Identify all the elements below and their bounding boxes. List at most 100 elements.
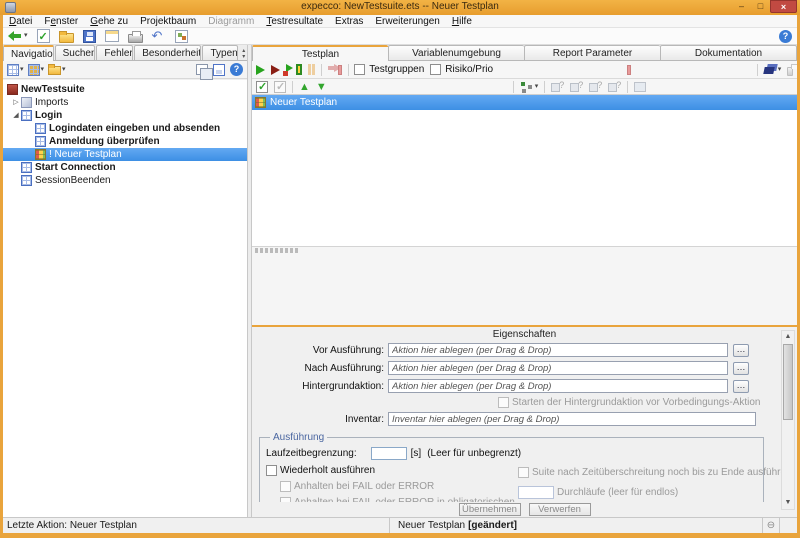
run-debug-icon[interactable]: [286, 64, 290, 76]
risiko-checkbox[interactable]: Risiko/Prio: [430, 64, 493, 75]
print-icon[interactable]: [128, 34, 143, 43]
tab-suchen[interactable]: Suchen: [55, 45, 96, 60]
checkbox-icon: [280, 481, 291, 492]
statusbar: Letzte Aktion: Neuer Testplan Neuer Test…: [3, 517, 797, 533]
properties-buttons: Übernehmen Verwerfen: [252, 502, 797, 517]
close-button[interactable]: ×: [770, 0, 797, 13]
window-border-bottom: [0, 533, 800, 538]
tab-report-parameter[interactable]: Report Parameter: [524, 45, 660, 60]
tab-navigation[interactable]: Navigation: [3, 45, 54, 61]
new-window-icon[interactable]: [105, 30, 119, 42]
menu-projektbaum[interactable]: Projektbaum: [134, 15, 202, 28]
move-up-icon[interactable]: [299, 81, 310, 93]
run-dark-icon[interactable]: [271, 65, 280, 75]
inventar-input[interactable]: [388, 412, 756, 426]
chevron-down-icon: ▾: [778, 66, 782, 74]
tree-item-anmeldung-berpr-fen[interactable]: Anmeldung überprüfen: [3, 135, 247, 148]
pause-icon: [308, 64, 315, 75]
discard-button[interactable]: Verwerfen: [529, 503, 591, 516]
tree-item-label: Imports: [35, 97, 68, 108]
settings-tool-icon[interactable]: [175, 30, 188, 43]
minimize-button[interactable]: –: [732, 0, 751, 13]
hintergrundaktion-browse-button[interactable]: …: [733, 380, 749, 393]
node-menu-button[interactable]: ▾: [520, 81, 539, 93]
node-icon: [520, 81, 534, 93]
menu-gehe-zu[interactable]: Gehe zu: [84, 15, 134, 28]
back-button[interactable]: ▾: [8, 29, 28, 43]
menu-extras[interactable]: Extras: [329, 15, 369, 28]
menu-erweiterungen[interactable]: Erweiterungen: [369, 15, 445, 28]
new-block-button[interactable]: ▾: [28, 64, 45, 76]
tree-view-button[interactable]: ▾: [7, 64, 24, 76]
tab-besonderheiten[interactable]: Besonderheiten: [134, 45, 201, 60]
testplan-selected-row[interactable]: Neuer Testplan: [252, 95, 797, 110]
menu-fenster[interactable]: Fenster: [38, 15, 84, 28]
save-tree-icon[interactable]: [213, 64, 225, 76]
undo-icon[interactable]: [152, 29, 166, 43]
step-icon[interactable]: [296, 64, 302, 75]
checkbox-icon: [354, 64, 365, 75]
run-icon[interactable]: [256, 65, 265, 75]
chevron-down-icon: ▾: [41, 66, 45, 74]
menubar: DateiFensterGehe zuProjektbaumDiagrammTe…: [3, 15, 797, 28]
layers-button[interactable]: ▾: [764, 64, 782, 75]
menu-datei[interactable]: Datei: [3, 15, 38, 28]
nach-ausfuehrung-input[interactable]: [388, 361, 728, 375]
properties-scrollbar[interactable]: ▲ ▼: [781, 330, 795, 510]
copy-window-icon[interactable]: [196, 64, 208, 75]
nach-ausfuehrung-browse-button[interactable]: …: [733, 362, 749, 375]
status-last-action: Letzte Aktion: Neuer Testplan: [3, 518, 390, 533]
menu-diagramm[interactable]: Diagramm: [202, 15, 260, 28]
imports-icon: [21, 97, 32, 108]
tab-variablenumgebung[interactable]: Variablenumgebung: [388, 45, 524, 60]
maximize-button[interactable]: □: [751, 0, 770, 13]
open-file-icon[interactable]: [59, 33, 74, 43]
new-folder-button[interactable]: ▾: [48, 64, 66, 75]
titlebar: expecco: NewTestsuite.ets -- Neuer Testp…: [0, 0, 800, 15]
menu-hilfe[interactable]: Hilfe: [446, 15, 478, 28]
laufzeit-label: Laufzeitbegrenzung:: [266, 448, 357, 459]
move-down-icon[interactable]: [316, 81, 327, 93]
check-none-icon: [274, 81, 286, 93]
inventar-label: Inventar:: [252, 414, 384, 425]
hintergrundaktion-input[interactable]: [388, 379, 728, 393]
vor-ausfuehrung-browse-button[interactable]: …: [733, 344, 749, 357]
vor-ausfuehrung-input[interactable]: [388, 343, 728, 357]
tree-item-neuer-testplan[interactable]: ! Neuer Testplan: [3, 148, 247, 161]
apply-button[interactable]: Übernehmen: [459, 503, 521, 516]
laufzeit-input[interactable]: [371, 447, 407, 460]
splitter-handle[interactable]: [255, 248, 299, 253]
help-icon[interactable]: [779, 30, 792, 43]
expander-open-icon[interactable]: ◢: [11, 109, 21, 122]
expander-closed-icon[interactable]: ▷: [11, 96, 21, 109]
scrollbar-thumb[interactable]: [783, 344, 793, 420]
tree-item-start-connection[interactable]: Start Connection: [3, 161, 247, 174]
testgruppen-checkbox[interactable]: Testgruppen: [354, 64, 424, 75]
tab-dokumentation[interactable]: Dokumentation: [660, 45, 797, 60]
tab-fehler[interactable]: Fehler: [96, 45, 133, 60]
tab-scroll-buttons[interactable]: ▴▾: [240, 48, 247, 60]
scroll-up-icon[interactable]: ▲: [782, 331, 794, 343]
tree-item-logindaten-eingeben-und-absenden[interactable]: Logindaten eingeben und absenden: [3, 122, 247, 135]
status-document: Neuer Testplan [geändert]: [390, 518, 763, 533]
properties-panel: Eigenschaften Vor Ausführung: … Nach Aus…: [252, 325, 797, 502]
tab-typen[interactable]: Typen: [202, 45, 238, 60]
plan-icon: [35, 149, 46, 160]
tree-item-imports[interactable]: ▷ Imports: [3, 96, 247, 109]
save-icon[interactable]: [83, 30, 96, 43]
menu-testresultate[interactable]: Testresultate: [260, 15, 329, 28]
suite-icon: [7, 84, 18, 95]
tree-item-newtestsuite[interactable]: NewTestsuite: [3, 83, 247, 96]
tree-help-icon[interactable]: [230, 63, 243, 76]
status-lock-icon: ⊖: [763, 518, 780, 533]
durchlaeufe-label: Durchläufe (leer für endlos): [557, 487, 678, 498]
tree-item-sessionbeenden[interactable]: SessionBeenden: [3, 174, 247, 187]
tab-testplan[interactable]: Testplan: [252, 45, 388, 61]
left-tab-bar: NavigationSuchenFehlerBesonderheitenType…: [3, 45, 247, 61]
tree-item-label: Logindaten eingeben und absenden: [49, 123, 220, 134]
accept-check-icon[interactable]: [37, 29, 50, 43]
check-all-icon[interactable]: [256, 81, 268, 93]
back-arrow-icon: [8, 29, 23, 43]
tree-item-login[interactable]: ◢Login: [3, 109, 247, 122]
testgruppen-label: Testgruppen: [369, 64, 424, 75]
